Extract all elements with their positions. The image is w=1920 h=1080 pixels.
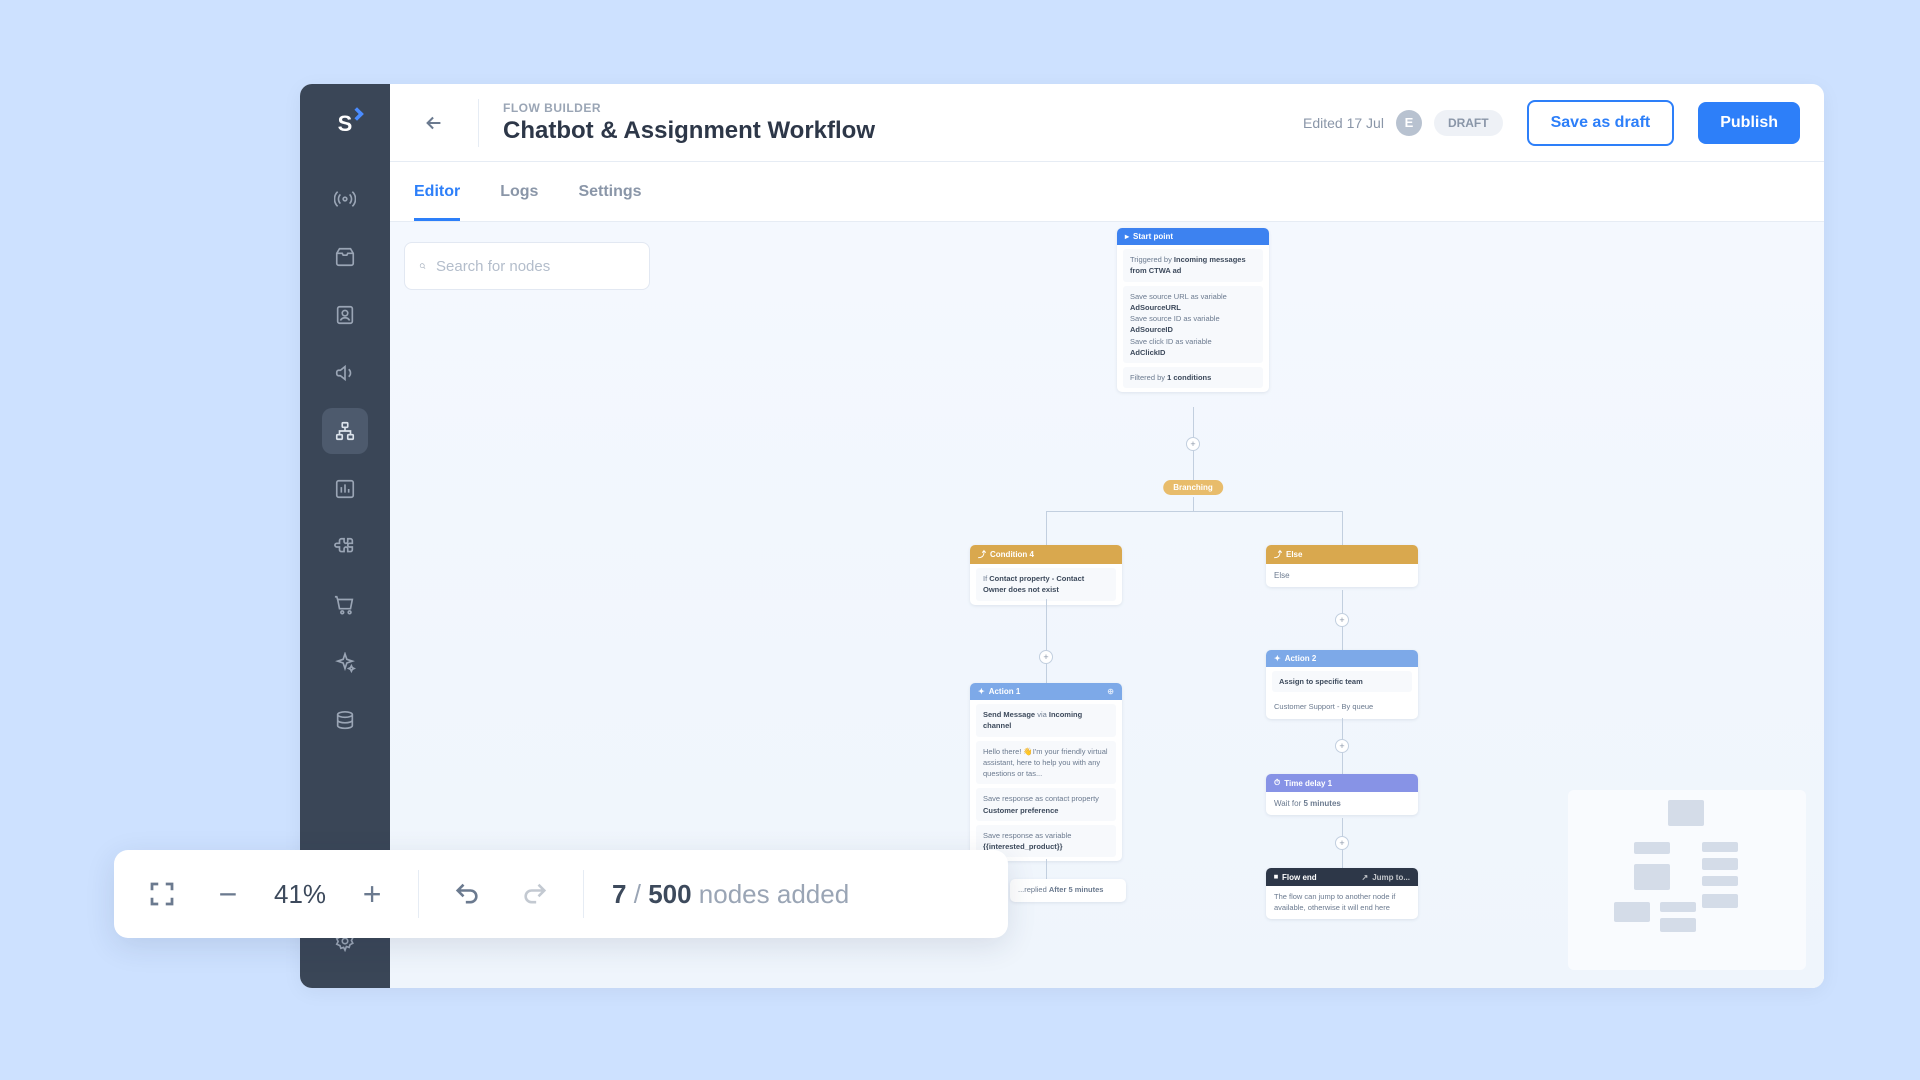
node-condition[interactable]: ⤴ Condition 4 If Contact property - Cont…	[970, 545, 1122, 605]
node-header: ✦ Action 1 ⊕	[970, 683, 1122, 700]
node-partial[interactable]: ...replied After 5 minutes	[1010, 879, 1126, 902]
edited-timestamp: Edited 17 Jul	[1303, 115, 1384, 131]
node-else[interactable]: ⤴ Else Else	[1266, 545, 1418, 587]
divider	[478, 99, 479, 147]
node-body: The flow can jump to another node if ava…	[1266, 886, 1418, 919]
header-title-block: FLOW BUILDER Chatbot & Assignment Workfl…	[503, 101, 1279, 145]
avatar[interactable]: E	[1396, 110, 1422, 136]
publish-button[interactable]: Publish	[1698, 102, 1800, 144]
connector	[1046, 859, 1047, 879]
redo-icon[interactable]	[515, 874, 555, 914]
add-node-icon[interactable]: +	[1186, 437, 1200, 451]
inbox-icon[interactable]	[322, 234, 368, 280]
add-node-icon[interactable]: +	[1039, 650, 1053, 664]
node-action2[interactable]: ✦ Action 2 Assign to specific team Custo…	[1266, 650, 1418, 719]
node-body: Wait for 5 minutes	[1266, 792, 1418, 815]
sparkle-icon[interactable]	[322, 640, 368, 686]
add-node-icon[interactable]: +	[1335, 739, 1349, 753]
header-meta: Edited 17 Jul E DRAFT	[1303, 110, 1503, 136]
node-section: Filtered by 1 conditions	[1123, 367, 1263, 388]
node-start[interactable]: ▸ Start point Triggered by Incoming mess…	[1117, 228, 1269, 392]
database-icon[interactable]	[322, 698, 368, 744]
tab-logs[interactable]: Logs	[500, 162, 538, 221]
connector	[1342, 511, 1343, 545]
broadcast-icon[interactable]	[322, 176, 368, 222]
puzzle-icon[interactable]	[322, 524, 368, 570]
connector	[1193, 497, 1194, 511]
node-header: ⏱ Time delay 1	[1266, 774, 1418, 792]
tab-settings[interactable]: Settings	[578, 162, 641, 221]
node-body: ...replied After 5 minutes	[1010, 879, 1126, 902]
node-timedelay[interactable]: ⏱ Time delay 1 Wait for 5 minutes	[1266, 774, 1418, 815]
back-button[interactable]	[414, 103, 454, 143]
bottom-toolbar: − 41% + 7 / 500 nodes added	[114, 850, 1008, 938]
minimap[interactable]	[1568, 790, 1806, 970]
node-header: ⤴ Condition 4	[970, 545, 1122, 564]
breadcrumb: FLOW BUILDER	[503, 101, 1279, 115]
search-input[interactable]	[436, 258, 635, 275]
status-badge: DRAFT	[1434, 110, 1503, 136]
save-draft-button[interactable]: Save as draft	[1527, 100, 1675, 146]
node-section: Save response as contact property Custom…	[976, 788, 1116, 821]
node-body: Customer Support - By queue	[1266, 696, 1418, 719]
connector	[1046, 511, 1342, 512]
zoom-in-button[interactable]: +	[354, 878, 390, 910]
flow-icon[interactable]	[322, 408, 368, 454]
divider	[583, 870, 584, 918]
connector	[1046, 599, 1047, 683]
node-body: Else	[1266, 564, 1418, 587]
fullscreen-icon[interactable]	[142, 874, 182, 914]
cart-icon[interactable]	[322, 582, 368, 628]
node-header: ⤴ Else	[1266, 545, 1418, 564]
app-logo: S	[329, 108, 361, 140]
undo-icon[interactable]	[447, 874, 487, 914]
node-flowend[interactable]: ⏹ Flow end ↗ Jump to... The flow can jum…	[1266, 868, 1418, 919]
zoom-level: 41%	[274, 879, 326, 910]
analytics-icon[interactable]	[322, 466, 368, 512]
header: FLOW BUILDER Chatbot & Assignment Workfl…	[390, 84, 1824, 162]
tab-editor[interactable]: Editor	[414, 162, 460, 221]
node-header: ✦ Action 2	[1266, 650, 1418, 667]
add-node-icon[interactable]: +	[1335, 613, 1349, 627]
node-section: Triggered by Incoming messages from CTWA…	[1123, 249, 1263, 282]
branch-label: Branching	[1163, 480, 1223, 495]
node-header: ⏹ Flow end ↗ Jump to...	[1266, 868, 1418, 886]
connector	[1046, 511, 1047, 545]
node-section: Send Message via Incoming channel	[976, 704, 1116, 737]
node-header: ▸ Start point	[1117, 228, 1269, 245]
page-title: Chatbot & Assignment Workflow	[503, 117, 1279, 145]
node-action1[interactable]: ✦ Action 1 ⊕ Send Message via Incoming c…	[970, 683, 1122, 861]
search-box	[404, 242, 650, 290]
node-section: Save source URL as variableAdSourceURL S…	[1123, 286, 1263, 364]
node-counter: 7 / 500 nodes added	[612, 879, 849, 910]
search-icon	[419, 258, 426, 274]
node-section: Hello there! 👋I'm your friendly virtual …	[976, 741, 1116, 785]
tabs: Editor Logs Settings	[390, 162, 1824, 222]
divider	[418, 870, 419, 918]
add-node-icon[interactable]: +	[1335, 836, 1349, 850]
node-section: If Contact property - Contact Owner does…	[976, 568, 1116, 601]
contact-icon[interactable]	[322, 292, 368, 338]
megaphone-icon[interactable]	[322, 350, 368, 396]
node-section: Assign to specific team	[1272, 671, 1412, 692]
zoom-out-button[interactable]: −	[210, 878, 246, 910]
